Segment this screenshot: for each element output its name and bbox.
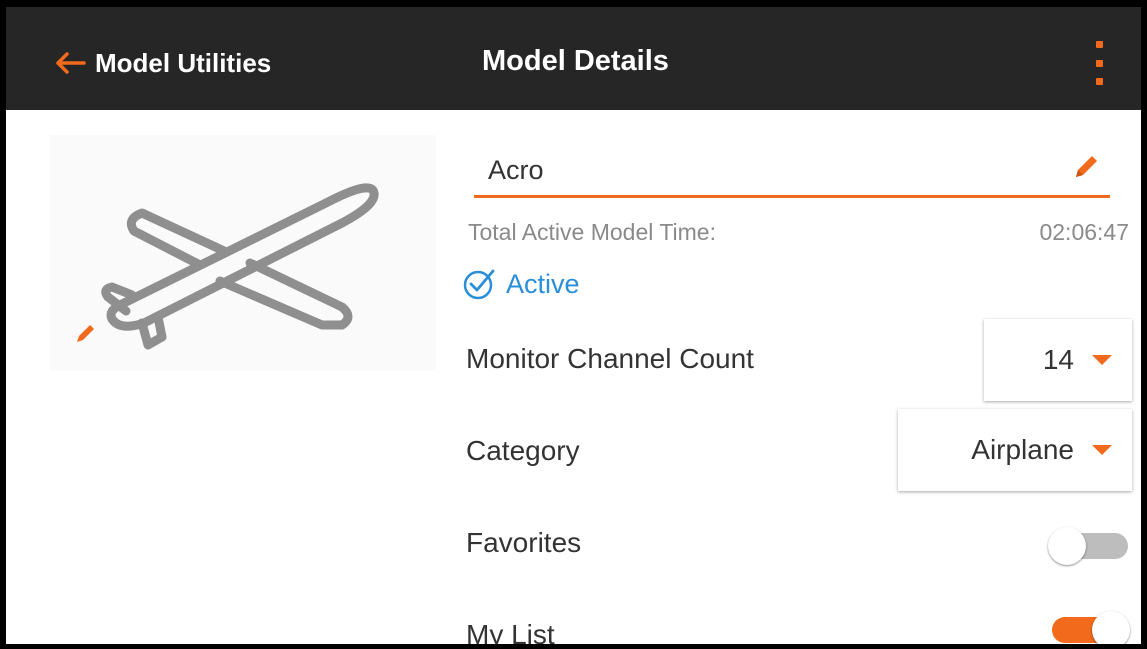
total-time-label: Total Active Model Time: — [468, 219, 716, 245]
model-name-field[interactable]: Acro — [474, 147, 1110, 198]
check-circle-icon — [463, 269, 495, 300]
back-arrow-icon — [56, 52, 86, 74]
total-time-value: 02:06:47 — [1039, 219, 1129, 245]
toggle-knob — [1048, 527, 1086, 565]
back-button[interactable]: Model Utilities — [54, 45, 271, 81]
toggle-knob — [1092, 611, 1130, 644]
screen-frame: Model Utilities Model Details Acro Total… — [0, 0, 1147, 649]
model-name-value: Acro — [488, 155, 544, 185]
chevron-down-icon — [1092, 445, 1112, 455]
my-list-toggle[interactable] — [1048, 611, 1130, 644]
app-bar: Model Utilities Model Details — [6, 7, 1141, 110]
category-dropdown[interactable]: Airplane — [898, 409, 1132, 491]
page-title: Model Details — [482, 45, 669, 77]
model-thumbnail[interactable] — [50, 135, 436, 371]
active-status: Active — [462, 267, 580, 301]
monitor-channel-count-label: Monitor Channel Count — [466, 343, 754, 374]
chevron-down-icon — [1092, 355, 1112, 365]
monitor-channel-count-value: 14 — [1042, 344, 1074, 375]
category-label: Category — [466, 435, 580, 466]
overflow-menu-icon[interactable] — [1087, 41, 1111, 85]
monitor-channel-count-dropdown[interactable]: 14 — [984, 319, 1132, 401]
favorites-label: Favorites — [466, 527, 582, 558]
edit-thumbnail-pencil-icon[interactable] — [74, 323, 96, 345]
active-status-label: Active — [506, 268, 580, 299]
pencil-icon[interactable] — [1072, 153, 1100, 181]
my-list-label: My List — [466, 619, 555, 649]
airplane-icon — [101, 183, 379, 350]
back-label: Model Utilities — [95, 47, 272, 78]
category-value: Airplane — [971, 434, 1074, 465]
favorites-toggle[interactable] — [1048, 527, 1130, 565]
